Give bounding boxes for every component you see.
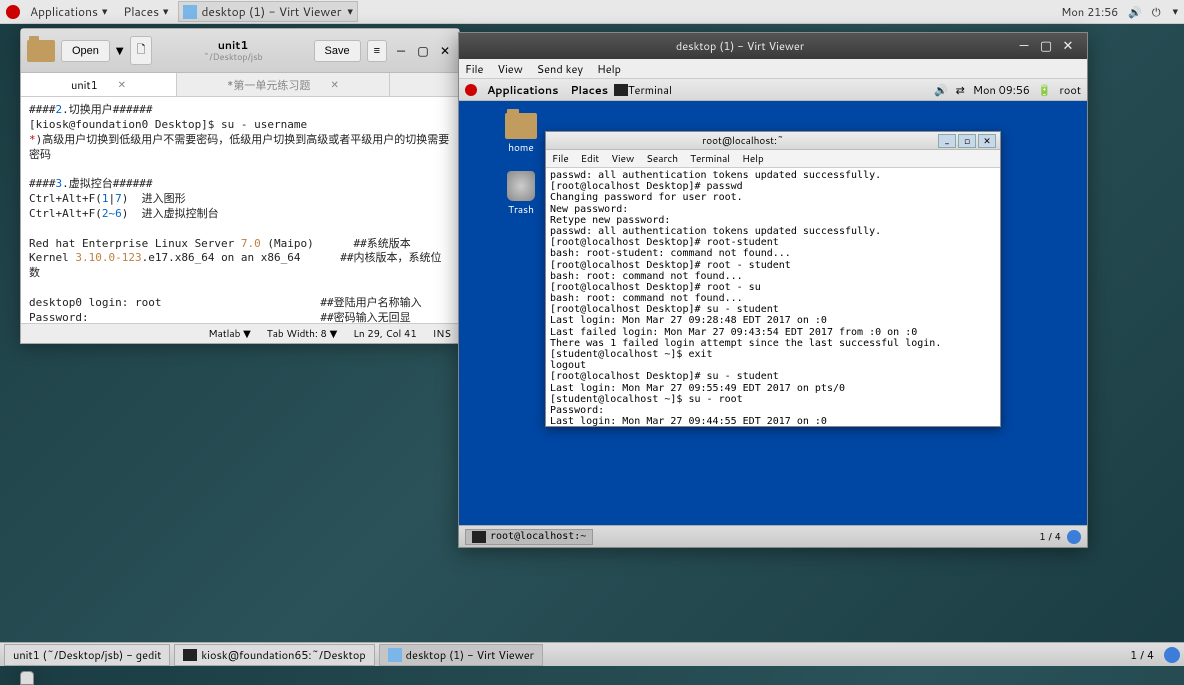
- menu-file[interactable]: File: [465, 61, 483, 77]
- language-selector[interactable]: Matlab ▼: [208, 327, 250, 341]
- topbar-left: Applications▼ Places▼ desktop (1) - Virt…: [6, 1, 358, 22]
- maximize-button[interactable]: ▢: [415, 43, 431, 59]
- insert-mode: INS: [433, 327, 451, 341]
- redhat-logo-icon: [465, 84, 477, 96]
- virt-title-text: desktop (1) - Virt Viewer: [467, 38, 1013, 54]
- maximize-button[interactable]: ▫: [958, 134, 976, 148]
- tab-close-icon[interactable]: ✕: [118, 78, 126, 92]
- guest-clock[interactable]: Mon 09:56: [973, 82, 1030, 98]
- gedit-window: Open ▼ 🗋 unit1 ~/Desktop/jsb Save ≡ — ▢ …: [20, 28, 460, 344]
- menu-file[interactable]: File: [552, 152, 569, 166]
- menu-search[interactable]: Search: [646, 152, 678, 166]
- hamburger-button[interactable]: ≡: [367, 40, 387, 62]
- new-doc-button[interactable]: 🗋: [130, 36, 153, 65]
- trash-icon: [507, 171, 535, 201]
- menu-terminal[interactable]: Terminal: [690, 152, 730, 166]
- terminal-icon: [614, 84, 628, 96]
- terminal-icon: [472, 531, 486, 543]
- power-icon[interactable]: ⏻: [1152, 4, 1161, 20]
- minimize-button[interactable]: _: [938, 134, 956, 148]
- guest-top-panel: Applications Places Terminal 🔊 ⇄ Mon 09:…: [459, 79, 1087, 101]
- volume-icon[interactable]: 🔊: [934, 82, 948, 98]
- task-gedit[interactable]: unit1 (~/Desktop/jsb) - gedit: [4, 644, 170, 666]
- terminal-menubar: File Edit View Search Terminal Help: [546, 150, 1000, 168]
- network-icon[interactable]: ⇄: [956, 82, 965, 98]
- show-desktop-icon[interactable]: [1067, 530, 1081, 544]
- open-button[interactable]: Open: [61, 40, 110, 62]
- menu-edit[interactable]: Edit: [581, 152, 599, 166]
- tab-unit1[interactable]: unit1✕: [21, 73, 177, 96]
- guest-user[interactable]: root: [1060, 82, 1081, 98]
- guest-places-menu[interactable]: Places: [564, 80, 614, 100]
- clock[interactable]: Mon 21:56: [1061, 4, 1118, 20]
- host-workspace-indicator[interactable]: 1 / 4: [1130, 647, 1154, 663]
- gedit-icon: [20, 671, 34, 685]
- minimize-button[interactable]: —: [1013, 37, 1035, 55]
- terminal-window: root@localhost:~ _ ▫ ✕ File Edit View Se…: [545, 131, 1001, 427]
- show-desktop-icon[interactable]: [1164, 647, 1180, 663]
- places-menu[interactable]: Places▼: [117, 1, 174, 22]
- redhat-logo-icon: [6, 5, 20, 19]
- virt-viewer-window: desktop (1) - Virt Viewer — ▢ ✕ File Vie…: [458, 32, 1088, 548]
- folder-icon: [27, 40, 55, 62]
- gedit-statusbar: Matlab ▼ Tab Width: 8 ▼ Ln 29, Col 41 IN…: [21, 323, 459, 343]
- menu-help[interactable]: Help: [597, 61, 621, 77]
- tab-exercise[interactable]: *第一单元练习题✕: [177, 73, 390, 96]
- guest-applications-menu[interactable]: Applications: [481, 80, 564, 100]
- topbar-right: Mon 21:56 🔊 ⏻ ▼: [1061, 4, 1178, 20]
- host-top-panel: Applications▼ Places▼ desktop (1) - Virt…: [0, 0, 1184, 24]
- guest-workspace-indicator[interactable]: 1 / 4: [1039, 530, 1061, 544]
- close-button[interactable]: ✕: [1057, 37, 1079, 55]
- top-app-indicator[interactable]: desktop (1) - Virt Viewer▼: [178, 1, 357, 22]
- tab-width-selector[interactable]: Tab Width: 8 ▼: [267, 327, 337, 341]
- menu-help[interactable]: Help: [742, 152, 764, 166]
- gedit-header: Open ▼ 🗋 unit1 ~/Desktop/jsb Save ≡ — ▢ …: [21, 29, 459, 73]
- terminal-titlebar[interactable]: root@localhost:~ _ ▫ ✕: [546, 132, 1000, 150]
- task-virt-viewer[interactable]: desktop (1) - Virt Viewer: [379, 644, 543, 666]
- folder-icon: [505, 113, 537, 139]
- menu-view[interactable]: View: [611, 152, 634, 166]
- vm-icon: [183, 5, 197, 19]
- close-button[interactable]: ✕: [978, 134, 996, 148]
- desktop-trash-icon[interactable]: Trash: [497, 171, 545, 217]
- maximize-button[interactable]: ▢: [1035, 37, 1057, 55]
- applications-menu[interactable]: Applications▼: [24, 1, 113, 22]
- gedit-tabs: unit1✕ *第一单元练习题✕: [21, 73, 459, 97]
- cursor-position: Ln 29, Col 41: [353, 327, 416, 341]
- guest-desktop[interactable]: home Trash root@localhost:~ _ ▫ ✕ File E…: [459, 101, 1087, 525]
- terminal-output[interactable]: passwd: all authentication tokens update…: [546, 168, 1000, 426]
- host-bottom-panel: unit1 (~/Desktop/jsb) - gedit kiosk@foun…: [0, 642, 1184, 666]
- save-button[interactable]: Save: [314, 40, 361, 62]
- close-button[interactable]: ✕: [437, 43, 453, 59]
- minimize-button[interactable]: —: [393, 43, 409, 59]
- menu-view[interactable]: View: [497, 61, 522, 77]
- volume-icon[interactable]: 🔊: [1128, 4, 1142, 20]
- guest-bottom-panel: root@localhost:~ 1 / 4: [459, 525, 1087, 547]
- battery-icon[interactable]: 🔋: [1038, 82, 1052, 98]
- virt-menubar: File View Send key Help: [459, 59, 1087, 79]
- menu-sendkey[interactable]: Send key: [537, 61, 583, 77]
- terminal-title-text: root@localhost:~: [550, 134, 936, 148]
- guest-task-terminal[interactable]: root@localhost:~: [465, 529, 593, 545]
- task-terminal[interactable]: kiosk@foundation65:~/Desktop: [174, 644, 374, 666]
- doc-path: ~/Desktop/jsb: [158, 52, 307, 63]
- tab-close-icon[interactable]: ✕: [330, 78, 338, 92]
- gedit-title-area: unit1 ~/Desktop/jsb: [158, 39, 307, 63]
- gedit-text-area[interactable]: ####2.切换用户###### [kiosk@foundation0 Desk…: [21, 97, 459, 323]
- virt-titlebar[interactable]: desktop (1) - Virt Viewer — ▢ ✕: [459, 33, 1087, 59]
- vm-icon: [388, 648, 402, 662]
- guest-app-indicator[interactable]: Terminal: [628, 82, 672, 98]
- desktop-home-icon[interactable]: home: [497, 113, 545, 155]
- terminal-icon: [183, 649, 197, 661]
